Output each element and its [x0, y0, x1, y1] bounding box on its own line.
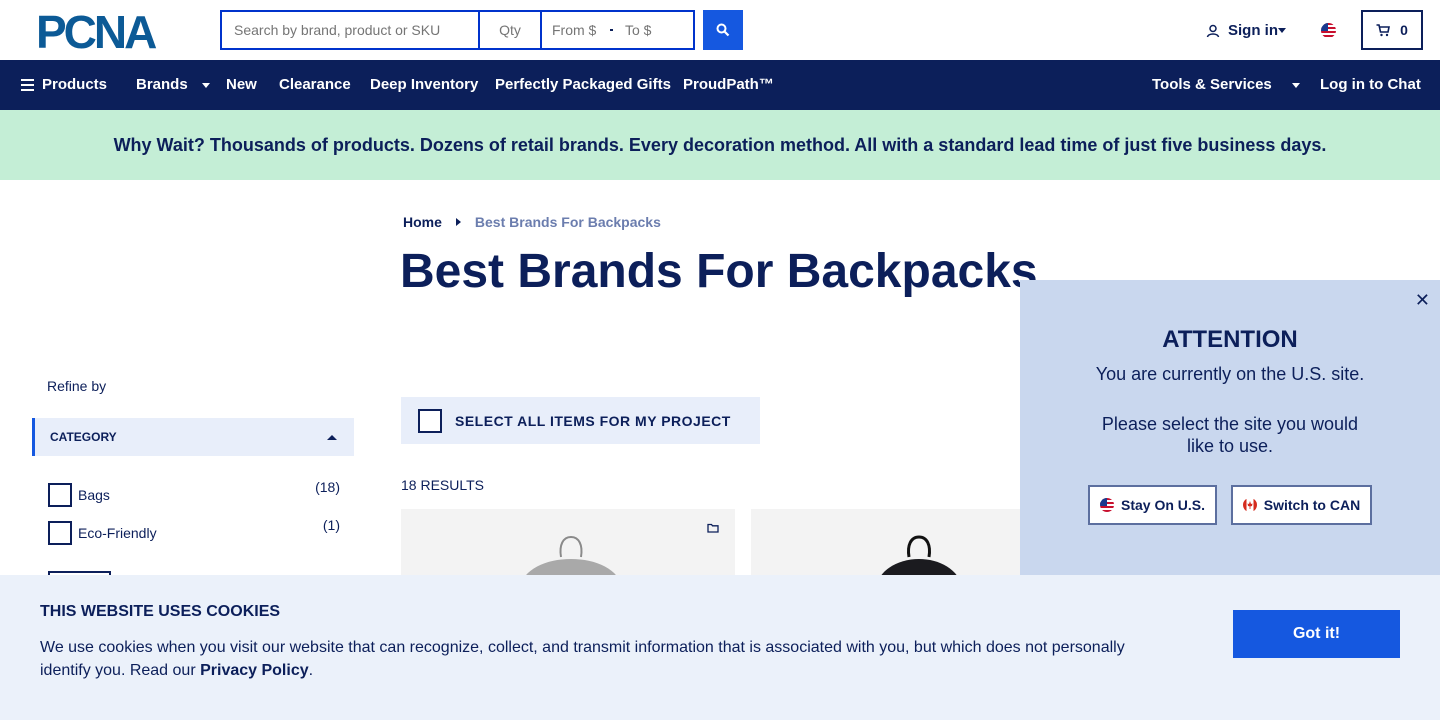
switch-can-label: Switch to CAN [1263, 497, 1361, 513]
attention-title: ATTENTION [1162, 326, 1298, 353]
nav-gifts[interactable]: Perfectly Packaged Gifts [495, 76, 671, 93]
nav-deep-inventory-label: Deep Inventory [370, 76, 479, 93]
price-from-input[interactable] [552, 22, 610, 38]
cookie-title: THIS WEBSITE USES COOKIES [40, 603, 281, 620]
filter-label: Bags [78, 487, 110, 503]
results-count: 18 RESULTS [401, 477, 484, 493]
svg-text:PCNA: PCNA [36, 11, 156, 51]
user-icon [1206, 24, 1220, 37]
signin-label: Sign in [1228, 22, 1278, 39]
close-icon[interactable]: ✕ [1415, 290, 1430, 311]
cookie-text: We use cookies when you visit our websit… [40, 636, 1160, 682]
us-flag-icon[interactable] [1321, 23, 1336, 38]
nav-gifts-label: Perfectly Packaged Gifts [495, 76, 671, 93]
nav-proudpath[interactable]: ProudPath™ [683, 76, 774, 93]
filter-bags[interactable]: Bags (18) [48, 479, 340, 507]
cookie-accept-button[interactable]: Got it! [1233, 610, 1400, 658]
nav-brands-label: Brands [136, 76, 188, 93]
top-header: PCNA Sign in [0, 0, 1440, 60]
nav-tools[interactable]: Tools & Services [1152, 76, 1300, 93]
cart-button[interactable]: 0 [1361, 10, 1423, 50]
nav-brands[interactable]: Brands [136, 76, 210, 93]
privacy-policy-link[interactable]: Privacy Policy [200, 662, 309, 679]
site-selection-dialog: ✕ ATTENTION You are currently on the U.S… [1020, 280, 1440, 580]
filter-checkbox[interactable] [48, 521, 72, 545]
nav-clearance[interactable]: Clearance [279, 76, 351, 93]
main-nav: Products Brands New Clearance Deep Inven… [0, 60, 1440, 110]
nav-products[interactable]: Products [21, 76, 107, 93]
cookie-banner: THIS WEBSITE USES COOKIES We use cookies… [0, 575, 1440, 720]
category-label: CATEGORY [50, 430, 117, 444]
filter-count: (18) [315, 479, 340, 495]
page-title: Best Brands For Backpacks [400, 245, 1038, 298]
switch-can-button[interactable]: Switch to CAN [1231, 485, 1372, 525]
us-flag-icon [1099, 498, 1114, 512]
hamburger-icon [21, 78, 34, 91]
filter-checkbox[interactable] [48, 483, 72, 507]
chevron-down-icon [201, 83, 210, 88]
select-all-checkbox[interactable] [418, 408, 442, 433]
attention-message: You are currently on the U.S. site. [1095, 364, 1365, 384]
nav-new-label: New [226, 76, 257, 93]
pcna-logo[interactable]: PCNA [36, 11, 184, 51]
select-all-items[interactable]: SELECT ALL ITEMS FOR MY PROJECT [401, 397, 760, 444]
chevron-up-icon [327, 435, 337, 440]
chevron-right-icon [455, 218, 461, 226]
refine-label: Refine by [47, 378, 107, 394]
breadcrumb: Home Best Brands For Backpacks [403, 214, 661, 230]
stay-us-label: Stay On U.S. [1120, 497, 1206, 513]
nav-tools-label: Tools & Services [1152, 76, 1272, 93]
cart-count: 0 [1400, 22, 1408, 38]
category-filter-header[interactable]: CATEGORY [32, 418, 354, 456]
breadcrumb-home[interactable]: Home [403, 214, 442, 230]
nav-proudpath-label: ProudPath™ [683, 76, 774, 93]
search-icon [716, 23, 730, 37]
nav-chat-label: Log in to Chat [1320, 76, 1421, 93]
stay-us-button[interactable]: Stay On U.S. [1088, 485, 1217, 525]
filter-label: Eco-Friendly [78, 525, 157, 541]
search-button[interactable] [703, 10, 743, 50]
nav-deep-inventory[interactable]: Deep Inventory [370, 76, 478, 93]
canada-flag-icon [1242, 498, 1257, 512]
price-to-input[interactable] [625, 22, 683, 38]
filter-eco-friendly[interactable]: Eco-Friendly (1) [48, 517, 340, 545]
cart-icon [1376, 23, 1391, 36]
select-all-label: SELECT ALL ITEMS FOR MY PROJECT [455, 412, 731, 429]
nav-new[interactable]: New [226, 76, 257, 93]
qty-input[interactable] [478, 10, 540, 50]
chevron-down-icon [1278, 28, 1286, 33]
signin-button[interactable]: Sign in [1206, 22, 1286, 39]
price-dash [610, 29, 613, 31]
nav-chat[interactable]: Log in to Chat [1320, 76, 1421, 93]
search-input[interactable] [220, 10, 478, 50]
search-bar [220, 10, 695, 50]
promo-banner: Why Wait? Thousands of products. Dozens … [0, 110, 1440, 180]
nav-products-label: Products [42, 76, 108, 93]
chevron-down-icon [1291, 83, 1300, 88]
filter-count: (1) [322, 517, 340, 533]
price-range [540, 10, 695, 50]
breadcrumb-current: Best Brands For Backpacks [474, 214, 661, 230]
cookie-period: . [308, 662, 314, 679]
nav-clearance-label: Clearance [279, 76, 351, 93]
attention-prompt: Please select the site you would like to… [1101, 414, 1359, 456]
promo-banner-text: Why Wait? Thousands of products. Dozens … [113, 134, 1327, 155]
